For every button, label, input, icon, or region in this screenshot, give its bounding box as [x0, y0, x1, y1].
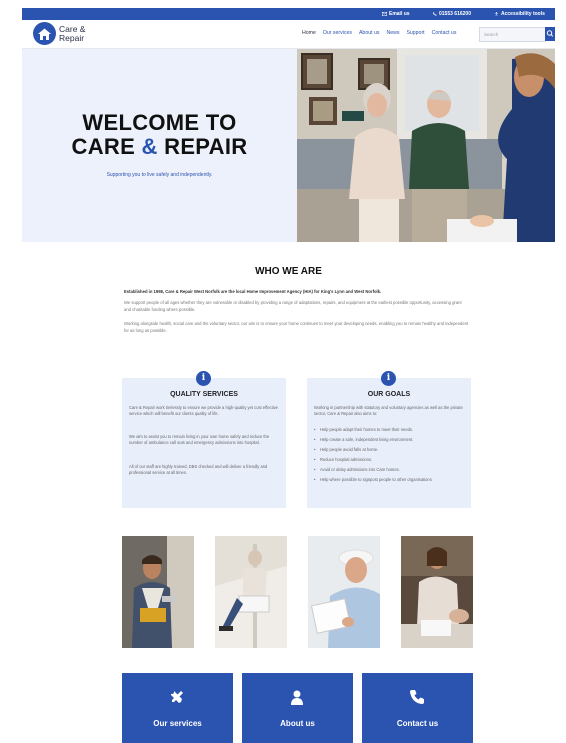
photo-consultation: [401, 536, 473, 648]
who-paragraph-2: Working alongside health, social care an…: [124, 321, 469, 333]
page: Email us 01553 616200 Accessibility tool…: [22, 8, 555, 743]
info-icon: i: [381, 371, 396, 386]
phone-number: 01553 616200: [439, 11, 471, 17]
who-intro: Established in 1998, Care & Repair West …: [124, 289, 382, 294]
who-paragraph-1: We support people of all ages whether th…: [124, 300, 462, 312]
contact-us-button-label: Contact us: [396, 719, 439, 728]
nav-our-services[interactable]: Our services: [323, 30, 352, 36]
search-icon: [546, 30, 554, 37]
site-header: Care & Repair Home Our services About us…: [22, 20, 555, 49]
user-icon: [291, 690, 303, 705]
goal-item: Help create a safe, independent living e…: [314, 437, 460, 442]
about-us-button-label: About us: [280, 719, 315, 728]
email-link[interactable]: Email us: [382, 11, 410, 17]
phone-link[interactable]: 01553 616200: [432, 11, 471, 17]
search-placeholder: Search: [484, 32, 499, 37]
phone-icon: [432, 12, 437, 16]
quality-paragraph-2: We aim to assist you to remain living in…: [129, 434, 270, 446]
accessibility-label: Accessibility tools: [501, 11, 545, 17]
logo-wordmark: Care & Repair: [59, 25, 85, 42]
nav-news[interactable]: News: [386, 30, 399, 36]
main-nav: Home Our services About us News Support …: [302, 30, 456, 36]
our-goals-card: i OUR GOALS Working in partnership with …: [307, 371, 471, 508]
goal-item: Help people adapt their homes to meet th…: [314, 427, 460, 432]
hero-title-line-1: WELCOME TO: [82, 110, 237, 135]
envelope-icon: [382, 12, 387, 16]
nav-support[interactable]: Support: [406, 30, 424, 36]
quality-paragraph-3: All of our staff are highly trained, DBS…: [129, 464, 268, 476]
search-button[interactable]: [545, 27, 555, 41]
photo-stairlift: [215, 536, 287, 648]
goal-item: Help people avoid falls at home.: [314, 447, 460, 452]
nav-home[interactable]: Home: [302, 30, 316, 36]
goal-item: Help where possible to signpost people t…: [314, 477, 460, 484]
our-services-button-label: Our services: [153, 719, 202, 728]
hero-tagline: Supporting you to live safely and indepe…: [106, 172, 213, 178]
hero-title: WELCOME TO CARE & REPAIR: [22, 111, 297, 159]
hero-photo-elderly-couple: [297, 49, 555, 242]
goals-intro: Working in partnership with statutory an…: [314, 405, 463, 417]
search-input[interactable]: Search: [479, 27, 546, 42]
tools-icon: [170, 690, 183, 703]
nav-about-us[interactable]: About us: [359, 30, 379, 36]
email-link-label: Email us: [389, 11, 410, 17]
house-logo-icon: [33, 22, 56, 45]
hero-title-ampersand: &: [141, 134, 158, 159]
goal-item: Reduce hospital admissions.: [314, 457, 460, 462]
utility-bar: Email us 01553 616200 Accessibility tool…: [22, 8, 555, 20]
accessibility-icon: [494, 12, 499, 16]
nav-contact-us[interactable]: Contact us: [432, 30, 457, 36]
contact-us-button[interactable]: Contact us: [362, 673, 473, 743]
quality-paragraph-1: Care & Repair work tirelessly to ensure …: [129, 405, 278, 417]
our-goals-title: OUR GOALS: [367, 391, 411, 398]
hero-title-repair: REPAIR: [164, 134, 248, 159]
photo-tradesman: [122, 536, 194, 648]
quality-services-title: QUALITY SERVICES: [170, 391, 238, 398]
hero-title-care: CARE: [71, 134, 136, 159]
logo-line-2: Repair: [59, 32, 85, 43]
info-icon: i: [196, 371, 211, 386]
our-services-button[interactable]: Our services: [122, 673, 233, 743]
goal-item: Avoid or delay admissions into Care home…: [314, 467, 460, 472]
site-logo[interactable]: Care & Repair: [33, 22, 85, 45]
accessibility-link[interactable]: Accessibility tools: [494, 11, 545, 17]
hero-banner: WELCOME TO CARE & REPAIR Supporting you …: [22, 49, 555, 242]
photo-worker-clipboard: [308, 536, 380, 648]
quality-services-card: i QUALITY SERVICES Care & Repair work ti…: [122, 371, 286, 508]
phone-icon: [410, 690, 424, 704]
about-us-button[interactable]: About us: [242, 673, 353, 743]
who-we-are-heading: WHO WE ARE: [255, 266, 322, 277]
